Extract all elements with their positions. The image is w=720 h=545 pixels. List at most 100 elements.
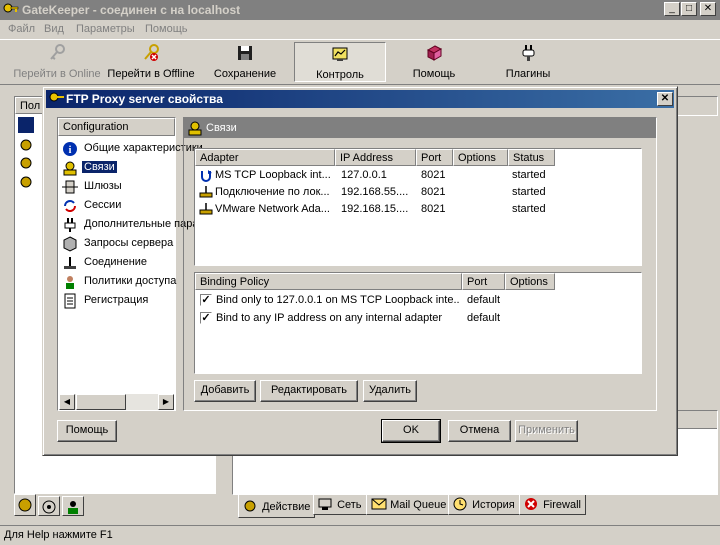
save-button[interactable]: Сохранение (205, 42, 285, 82)
plugins-button[interactable]: Плагины (488, 42, 568, 82)
app-title: GateKeeper - соединен с на localhost (22, 3, 241, 17)
gatekeeper-tab-icon (18, 498, 32, 512)
users-tab-icon (68, 501, 78, 514)
monitor-chart-icon (332, 47, 348, 61)
section-frame: Связи Adapter IP Address Port Options St… (183, 117, 657, 411)
plug-icon (522, 45, 535, 61)
lan-icon (199, 203, 213, 215)
menu-help[interactable]: Помощь (145, 23, 188, 35)
ok-button[interactable]: OK (381, 419, 441, 443)
adapter-status: started (512, 203, 546, 215)
adapter-port: 8021 (421, 169, 446, 181)
close-icon[interactable]: ✕ (700, 2, 716, 16)
delete-button-label: Удалить (369, 384, 411, 396)
dialog-help-button[interactable]: Помощь (57, 420, 117, 442)
tab-mail-queue-label: Mail Queue (390, 499, 447, 511)
dialog-help-label: Помощь (65, 424, 109, 436)
maximize-icon[interactable]: □ (681, 2, 697, 16)
minimize-icon[interactable]: _ (664, 2, 680, 16)
help-button[interactable]: Помощь (394, 42, 474, 82)
status-text: Для Help нажмите F1 (4, 529, 113, 541)
cancel-button[interactable]: Отмена (448, 420, 511, 442)
status-bar: Для Help нажмите F1 (0, 525, 720, 545)
go-online-label: Перейти в Online (13, 68, 101, 80)
tab-network[interactable]: Сеть (313, 495, 367, 515)
left-tab-users[interactable] (62, 496, 84, 516)
tree-item-connection-label: Соединение (84, 256, 148, 268)
binding-port: default (467, 312, 501, 324)
left-tab-gatekeeper[interactable] (14, 494, 36, 516)
col-binding-port[interactable]: Port (462, 273, 505, 290)
adapters-list[interactable]: Adapter IP Address Port Options Status M… (194, 148, 642, 266)
tree-hscrollbar[interactable]: ◀ ▶ (59, 394, 174, 410)
binding-policy-text: Bind to any IP address on any internal a… (216, 312, 443, 324)
menu-bar: Файл Вид Параметры Помощь (0, 20, 720, 39)
ok-label: OK (403, 424, 419, 436)
stop-icon (525, 498, 537, 510)
adapter-name: Подключение по лок... (215, 186, 330, 198)
go-offline-label: Перейти в Offline (107, 68, 195, 80)
tree-item-connections-label: Связи (82, 161, 117, 173)
network-icon (318, 498, 332, 510)
server-requests-icon (63, 236, 77, 252)
info-icon: i (63, 142, 77, 156)
left-tab-gears[interactable] (38, 496, 60, 516)
delete-button[interactable]: Удалить (363, 380, 417, 402)
config-tree[interactable]: Configuration i Общие характеристики Свя… (57, 117, 231, 411)
ftp-proxy-properties-dialog: FTP Proxy server свойства ✕ Configuratio… (42, 86, 678, 456)
go-online-button[interactable]: Перейти в Online (10, 42, 104, 82)
binding-checkbox[interactable]: ✓ (200, 312, 212, 324)
add-button[interactable]: Добавить (194, 380, 256, 402)
scroll-left-icon[interactable]: ◀ (59, 394, 75, 410)
tab-history[interactable]: История (448, 495, 520, 515)
menu-view[interactable]: Вид (44, 23, 64, 35)
adapter-ip: 127.0.0.1 (341, 169, 387, 181)
help-book-icon (426, 45, 443, 61)
menu-settings[interactable]: Параметры (76, 23, 135, 35)
binding-port: default (467, 294, 501, 306)
tab-firewall[interactable]: Firewall (519, 495, 586, 515)
go-offline-button[interactable]: Перейти в Offline (104, 42, 198, 82)
edit-button-label: Редактировать (271, 384, 347, 396)
binding-row[interactable]: ✓ Bind only to 127.0.0.1 on MS TCP Loopb… (195, 292, 641, 309)
tab-mail-queue[interactable]: Mail Queue (366, 495, 452, 515)
binding-checkbox[interactable]: ✓ (200, 294, 212, 306)
tree-item-registration-label: Регистрация (84, 294, 149, 306)
adapter-ip: 192.168.15.... (341, 203, 409, 215)
edit-button[interactable]: Редактировать (260, 380, 358, 402)
tree-gear-icon-3[interactable] (18, 174, 34, 190)
binding-row[interactable]: ✓ Bind to any IP address on any internal… (195, 310, 641, 327)
adapter-row[interactable]: VMware Network Ada... 192.168.15.... 802… (195, 201, 641, 218)
floppy-disk-icon (238, 46, 252, 60)
adapter-status: started (512, 169, 546, 181)
key-cancel-icon (144, 44, 159, 61)
col-binding-policy[interactable]: Binding Policy (195, 273, 462, 290)
toolbar: Перейти в Online Перейти в Offline Сохра… (0, 39, 720, 85)
control-button[interactable]: Контроль (294, 42, 386, 82)
left-tree-selected-icon[interactable] (18, 117, 34, 133)
col-options[interactable]: Options (453, 149, 508, 166)
adapter-row[interactable]: Подключение по лок... 192.168.55.... 802… (195, 184, 641, 201)
menu-file[interactable]: Файл (8, 23, 35, 35)
col-port[interactable]: Port (416, 149, 453, 166)
tree-gear-icon-2[interactable] (18, 155, 34, 171)
col-binding-options[interactable]: Options (505, 273, 555, 290)
key-icon (50, 44, 65, 60)
tree-gear-icon[interactable] (18, 137, 34, 153)
col-ip-address[interactable]: IP Address (335, 149, 416, 166)
adapter-name: VMware Network Ada... (215, 203, 330, 215)
apply-button[interactable]: Применить (515, 420, 578, 442)
col-status[interactable]: Status (508, 149, 555, 166)
adapter-row[interactable]: MS TCP Loopback int... 127.0.0.1 8021 st… (195, 167, 641, 184)
connections-icon (63, 161, 77, 176)
dialog-close-icon[interactable]: ✕ (657, 92, 673, 106)
binding-policy-list[interactable]: Binding Policy Port Options ✓ Bind only … (194, 272, 642, 374)
config-tree-header: Configuration (58, 118, 175, 136)
tree-item-server-requests-label: Запросы сервера (84, 237, 174, 249)
col-adapter[interactable]: Adapter (195, 149, 335, 166)
extra-params-icon (64, 218, 76, 232)
scroll-right-icon[interactable]: ▶ (158, 394, 174, 410)
scroll-thumb[interactable] (76, 394, 126, 410)
tab-action[interactable]: Действие (238, 495, 316, 518)
apply-label: Применить (518, 424, 575, 436)
